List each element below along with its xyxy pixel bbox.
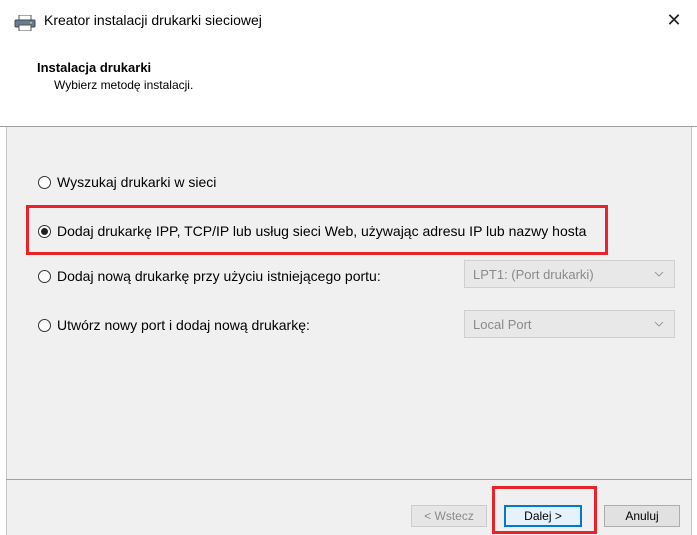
option-new-port[interactable]: Utwórz nowy port i dodaj nową drukarkę: (38, 317, 310, 333)
radio-existing-port[interactable] (38, 269, 51, 283)
option-new-port-label: Utwórz nowy port i dodaj nową drukarkę: (57, 317, 310, 333)
wizard-header: Instalacja drukarki Wybierz metodę insta… (0, 40, 697, 126)
option-search-network[interactable]: Wyszukaj drukarki w sieci (38, 174, 216, 190)
printer-icon (14, 15, 36, 31)
new-port-value: Local Port (473, 316, 532, 332)
wizard-content: Wyszukaj drukarki w sieci Dodaj drukarkę… (6, 127, 692, 479)
existing-port-value: LPT1: (Port drukarki) (473, 266, 594, 282)
chevron-down-icon (654, 321, 664, 327)
option-add-by-ip[interactable]: Dodaj drukarkę IPP, TCP/IP lub usług sie… (38, 223, 586, 239)
cancel-button[interactable]: Anuluj (604, 505, 680, 527)
page-subtitle: Wybierz metodę instalacji. (54, 78, 194, 92)
back-button[interactable]: < Wstecz (411, 505, 487, 527)
next-button[interactable]: Dalej > (504, 505, 582, 527)
window-title: Kreator instalacji drukarki sieciowej (44, 12, 262, 28)
chevron-down-icon (654, 271, 664, 277)
option-existing-port-label: Dodaj nową drukarkę przy użyciu istnieją… (57, 268, 381, 284)
close-button[interactable]: ✕ (651, 0, 697, 40)
option-existing-port[interactable]: Dodaj nową drukarkę przy użyciu istnieją… (38, 268, 381, 284)
existing-port-select[interactable]: LPT1: (Port drukarki) (464, 260, 675, 288)
option-search-network-label: Wyszukaj drukarki w sieci (57, 174, 217, 190)
title-bar: Kreator instalacji drukarki sieciowej ✕ (0, 0, 697, 40)
option-add-by-ip-label: Dodaj drukarkę IPP, TCP/IP lub usług sie… (57, 223, 587, 239)
new-port-select[interactable]: Local Port (464, 310, 675, 338)
wizard-footer: < Wstecz Dalej > Anuluj (6, 480, 692, 535)
radio-new-port[interactable] (38, 318, 51, 332)
wizard-window: Kreator instalacji drukarki sieciowej ✕ … (0, 0, 697, 535)
close-icon: ✕ (666, 9, 682, 30)
radio-search-network[interactable] (38, 175, 51, 189)
radio-add-by-ip[interactable] (38, 224, 51, 238)
page-title: Instalacja drukarki (37, 60, 152, 75)
